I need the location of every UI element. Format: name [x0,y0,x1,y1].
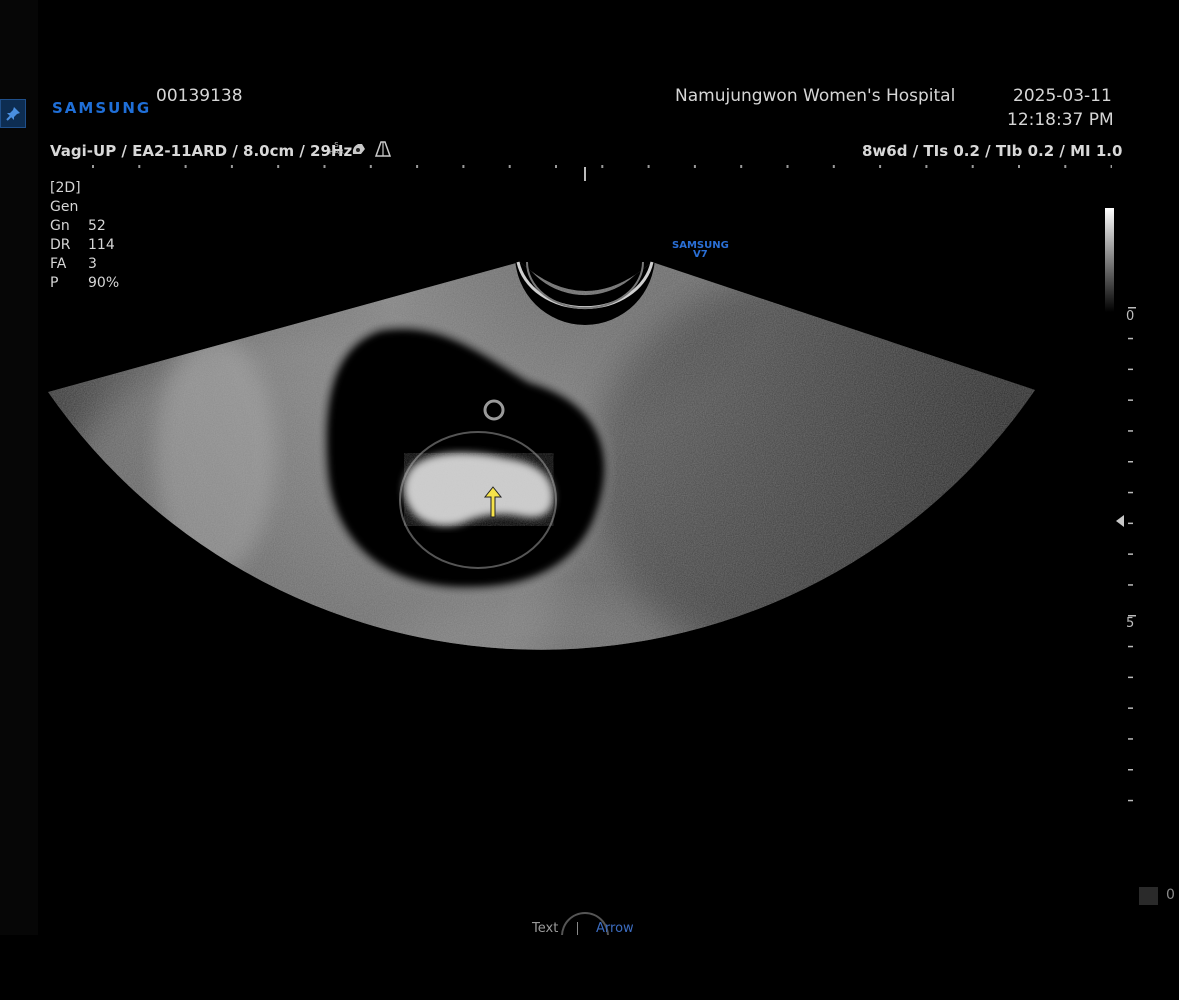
depth-tick [1128,769,1133,771]
hospital-name: Namujungwon Women's Hospital [675,86,956,106]
imaging-params: [2D] Gen Gn 52 DR 114 FA 3 P 90% [50,179,119,293]
depth-tick [1128,399,1133,401]
beam-icon [374,141,391,157]
depth-tick [1128,337,1133,340]
ruler-dot [369,165,372,168]
ruler-dot [647,165,650,168]
swatch-value: 0 [1166,887,1175,903]
depth-label-5: 5 [1126,616,1134,631]
ruler-dot [92,165,94,168]
ruler-dot [1110,165,1112,168]
ruler-dot [230,165,233,168]
mode-separator [577,922,578,935]
ruler-dot [971,165,974,168]
param-row: FA 3 [50,255,119,274]
ruler-dot [925,165,928,168]
depth-tick [1128,430,1133,432]
text-mode-button[interactable]: Text [532,921,558,935]
depth-label-0: 0 [1126,309,1134,324]
depth-tick [1128,461,1133,463]
exam-date: 2025-03-11 [1013,86,1112,106]
depth-tick [1128,676,1133,679]
harmonic-bottom: HAR [329,148,344,156]
param-value: 52 [88,218,106,234]
param-row: P 90% [50,274,119,293]
patient-id: 00139138 [156,86,243,106]
param-key: FA [50,256,67,272]
depth-tick [1128,522,1133,525]
ruler-dot [832,165,835,168]
probe-icon-group: S HAR [329,141,392,157]
ruler-dot [508,165,511,168]
depth-tick [1128,707,1133,709]
ruler-dot [786,165,789,168]
param-value: 3 [88,256,97,272]
lateral-ruler [92,165,1112,181]
ruler-dot [462,165,465,168]
left-strip [0,0,38,935]
param-key: P [50,275,59,291]
ruler-dot [601,165,604,168]
ruler-dot [184,165,187,168]
arrow-annotation-icon[interactable] [482,486,504,518]
depth-tick [1128,645,1133,648]
ruler-dot [555,165,557,168]
param-row: DR 114 [50,236,119,255]
color-swatch[interactable] [1139,887,1158,905]
ruler-dot [1064,165,1067,168]
ruler-dot [693,165,696,168]
arrow-mode-button[interactable]: Arrow [596,921,634,935]
ruler-dot [740,165,743,168]
ruler-dot [1018,165,1020,168]
param-value: 114 [88,237,115,253]
image-watermark: SAMSUNG V7 [672,241,729,260]
mode-label: [2D] [50,180,81,196]
watermark-model: V7 [693,249,708,260]
preset-label: Gen [50,199,79,215]
ruler-dot [277,165,280,168]
ruler-dot [323,165,326,168]
annotation-mode-control: Text Arrow [528,912,668,935]
ruler-dot [138,165,141,168]
param-row: Gn 52 [50,217,119,236]
depth-tick [1128,738,1133,740]
param-key: Gn [50,218,70,234]
ruler-dot [416,165,419,168]
pin-icon[interactable] [0,99,26,128]
safety-indices: 8w6d / TIs 0.2 / TIb 0.2 / MI 1.0 [862,142,1123,160]
depth-tick [1128,491,1133,494]
focus-marker-icon[interactable] [1116,515,1124,527]
exam-time: 12:18:37 PM [1007,110,1114,130]
depth-tick [1128,799,1133,802]
depth-tick [1128,553,1133,555]
param-value: 90% [88,275,120,291]
depth-scale: 0 5 [1126,307,1136,802]
depth-tick [1128,368,1133,371]
grayscale-bar [1105,208,1114,312]
param-key: DR [50,237,71,253]
ruler-dot [879,165,882,168]
depth-tick [1128,584,1133,586]
harmonic-icon: S HAR [329,142,344,156]
probe-settings: Vagi-UP / EA2-11ARD / 8.0cm / 29Hz [50,142,353,160]
brand-logo: SAMSUNG [52,99,152,117]
probe-icon [352,144,365,154]
